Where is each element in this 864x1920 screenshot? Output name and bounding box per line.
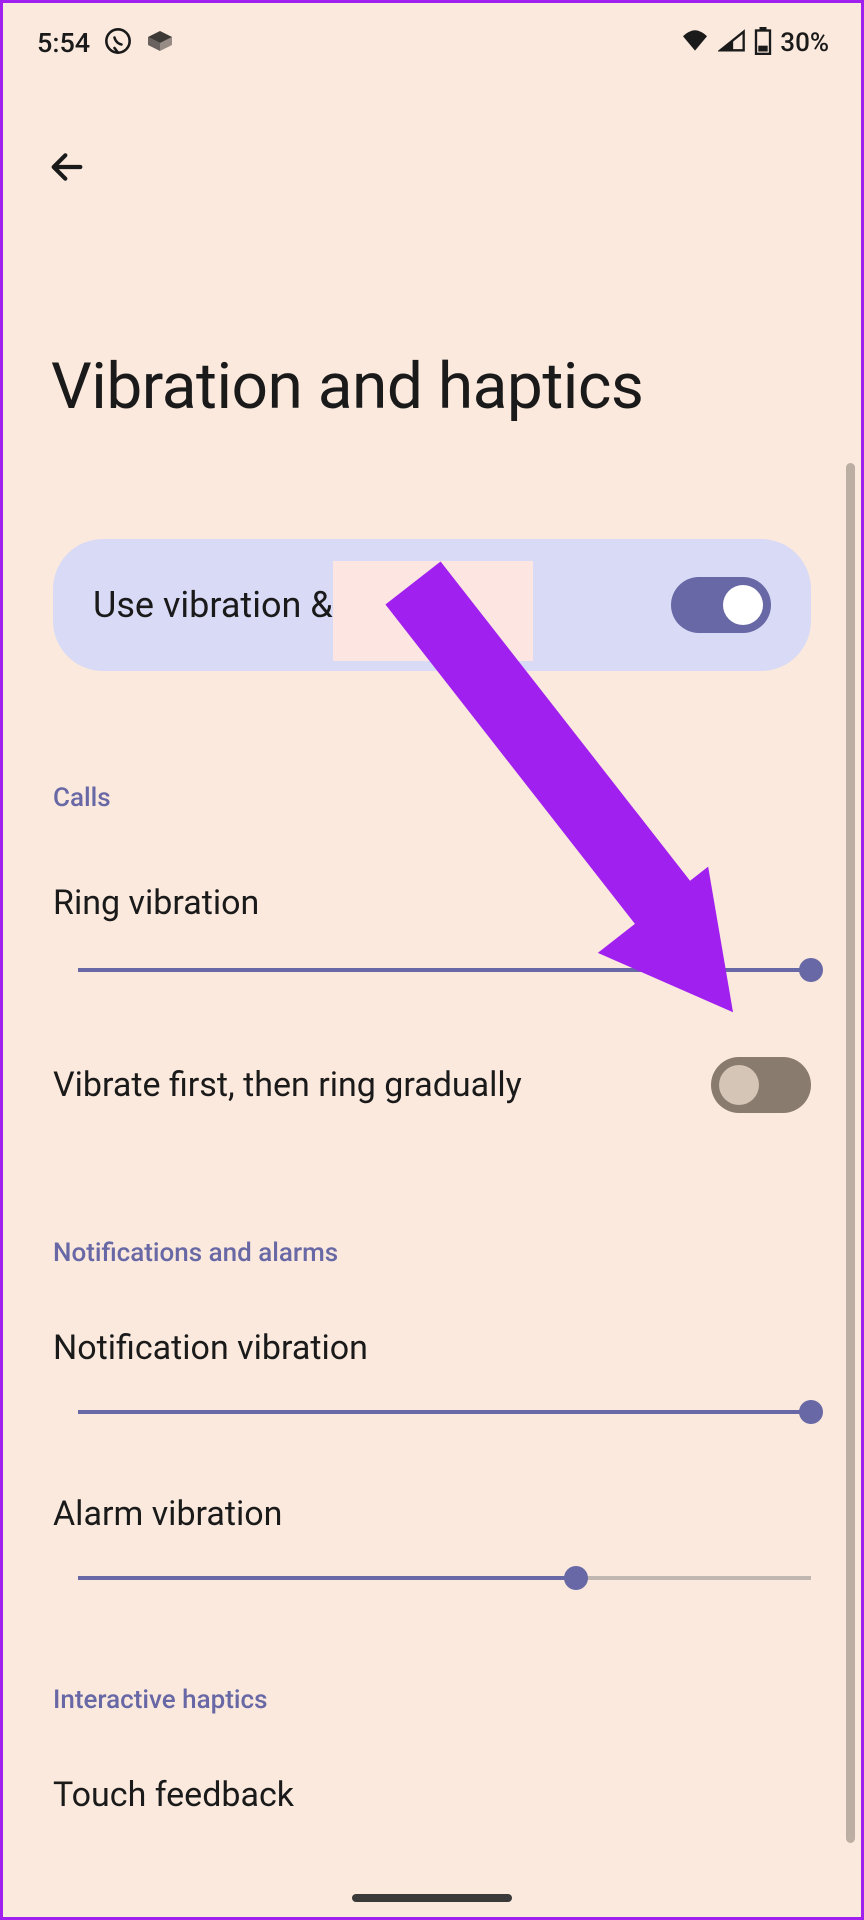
vibrate-first-row[interactable]: Vibrate first, then ring gradually <box>53 1057 811 1113</box>
wifi-icon <box>680 29 710 57</box>
slider-fill <box>78 1576 576 1580</box>
ring-vibration-slider[interactable] <box>78 968 811 972</box>
annotation-overlay-box <box>333 561 533 661</box>
battery-icon <box>754 27 772 59</box>
scroll-indicator[interactable] <box>846 463 855 1843</box>
slider-thumb[interactable] <box>799 1400 823 1424</box>
signal-icon <box>718 29 746 57</box>
slider-thumb[interactable] <box>799 958 823 982</box>
section-header-notifications: Notifications and alarms <box>53 1238 861 1268</box>
package-icon <box>146 29 174 57</box>
ring-vibration-label: Ring vibration <box>53 883 861 923</box>
status-bar: 5:54 <box>3 3 861 73</box>
status-right: 30% <box>680 27 829 59</box>
notification-vibration-slider[interactable] <box>78 1410 811 1414</box>
section-header-interactive: Interactive haptics <box>53 1685 861 1715</box>
main-toggle-switch[interactable] <box>671 577 771 633</box>
slider-empty <box>576 1576 811 1580</box>
alarm-vibration-label: Alarm vibration <box>53 1494 861 1534</box>
whatsapp-icon <box>104 27 132 59</box>
page-title: Vibration and haptics <box>51 349 861 424</box>
notification-vibration-label: Notification vibration <box>53 1328 861 1368</box>
section-header-calls: Calls <box>53 783 861 813</box>
slider-thumb[interactable] <box>564 1566 588 1590</box>
battery-percent: 30% <box>780 28 829 58</box>
navigation-handle[interactable] <box>352 1894 512 1902</box>
touch-feedback-label: Touch feedback <box>53 1775 861 1815</box>
back-button[interactable] <box>43 143 91 191</box>
status-left: 5:54 <box>37 27 174 59</box>
vibrate-first-toggle[interactable] <box>711 1057 811 1113</box>
vibrate-first-label: Vibrate first, then ring gradually <box>53 1065 522 1105</box>
alarm-vibration-slider[interactable] <box>78 1576 811 1580</box>
status-time: 5:54 <box>37 27 90 59</box>
